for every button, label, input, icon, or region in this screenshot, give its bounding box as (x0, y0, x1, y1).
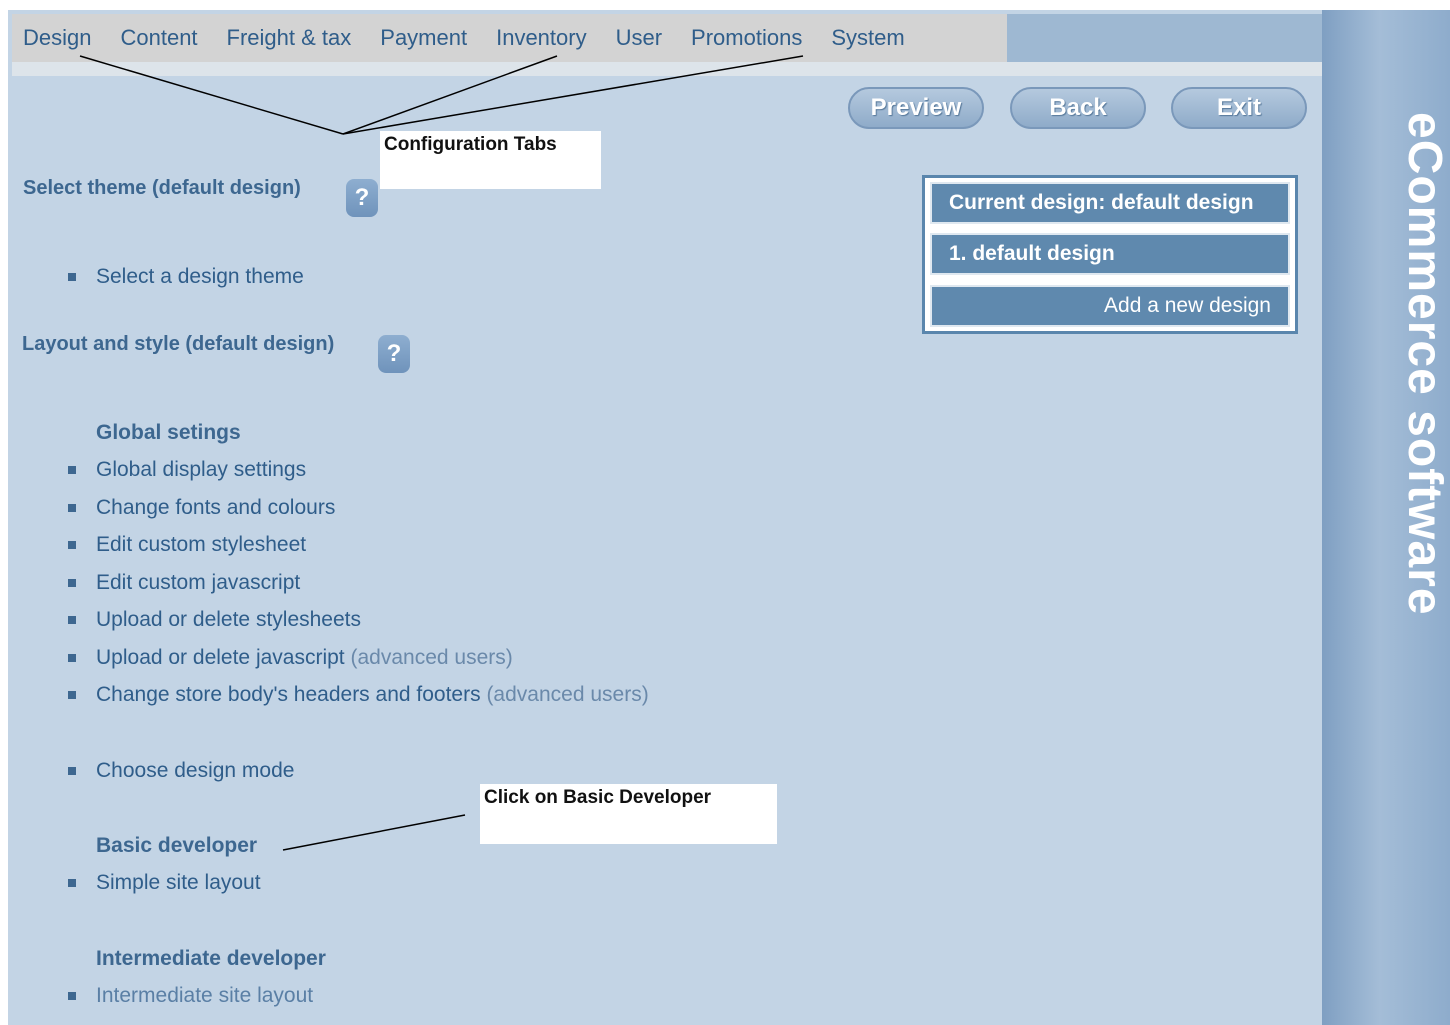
tab-freight-tax[interactable]: Freight & tax (227, 25, 352, 51)
tab-design[interactable]: Design (23, 25, 91, 51)
tab-promotions[interactable]: Promotions (691, 25, 802, 51)
tab-payment[interactable]: Payment (380, 25, 467, 51)
intermediate-developer-heading: Intermediate developer (96, 947, 326, 970)
bullet-icon (68, 616, 76, 624)
add-new-design-button[interactable]: Add a new design (930, 285, 1290, 327)
bullet-icon (68, 654, 76, 662)
layout-style-heading: Layout and style (default design) (22, 333, 335, 355)
bullet-icon (68, 992, 76, 1000)
bullet-icon (68, 879, 76, 887)
global-display-settings-link[interactable]: Global display settings (68, 458, 306, 482)
intermediate-site-layout-link[interactable]: Intermediate site layout (68, 984, 313, 1008)
choose-design-mode-link[interactable]: Choose design mode (68, 759, 294, 783)
bullet-icon (68, 504, 76, 512)
upload-javascript-link[interactable]: Upload or delete javascript (advanced us… (68, 646, 513, 670)
advanced-users-note: (advanced users) (486, 683, 649, 706)
bullet-icon (68, 541, 76, 549)
design-panel: Current design: default design 1. defaul… (922, 175, 1298, 334)
current-design-label: Current design: default design (930, 182, 1290, 224)
bullet-icon (68, 767, 76, 775)
exit-button[interactable]: Exit (1171, 87, 1307, 129)
simple-site-layout-link[interactable]: Simple site layout (68, 871, 261, 895)
fonts-colours-link[interactable]: Change fonts and colours (68, 496, 335, 520)
advanced-users-note: (advanced users) (350, 646, 513, 669)
upload-stylesheets-link[interactable]: Upload or delete stylesheets (68, 608, 361, 632)
tabbar-extension (1007, 14, 1322, 62)
config-tabs-annotation: Configuration Tabs (380, 131, 601, 189)
basic-developer-link[interactable]: Basic developer (96, 834, 257, 858)
custom-stylesheet-link[interactable]: Edit custom stylesheet (68, 533, 306, 557)
back-button[interactable]: Back (1010, 87, 1146, 129)
bullet-icon (68, 466, 76, 474)
tab-user[interactable]: User (616, 25, 662, 51)
brand-title: eCommerce software (1398, 112, 1450, 616)
select-theme-heading: Select theme (default design) (23, 177, 301, 199)
bullet-icon (68, 273, 76, 281)
tabbar-underline (12, 62, 1322, 76)
basic-developer-annotation: Click on Basic Developer (480, 784, 777, 844)
custom-javascript-link[interactable]: Edit custom javascript (68, 571, 300, 595)
select-design-theme-link[interactable]: Select a design theme (68, 265, 304, 289)
config-tabbar: Design Content Freight & tax Payment Inv… (12, 14, 1007, 62)
bullet-icon (68, 579, 76, 587)
design-entry-default[interactable]: 1. default design (930, 233, 1290, 275)
help-icon[interactable]: ? (378, 335, 410, 373)
global-settings-heading: Global setings (96, 421, 241, 444)
headers-footers-link[interactable]: Change store body's headers and footers … (68, 683, 649, 707)
tab-content[interactable]: Content (120, 25, 197, 51)
tab-inventory[interactable]: Inventory (496, 25, 587, 51)
preview-button[interactable]: Preview (848, 87, 984, 129)
tab-system[interactable]: System (831, 25, 904, 51)
help-icon[interactable]: ? (346, 179, 378, 217)
bullet-icon (68, 691, 76, 699)
